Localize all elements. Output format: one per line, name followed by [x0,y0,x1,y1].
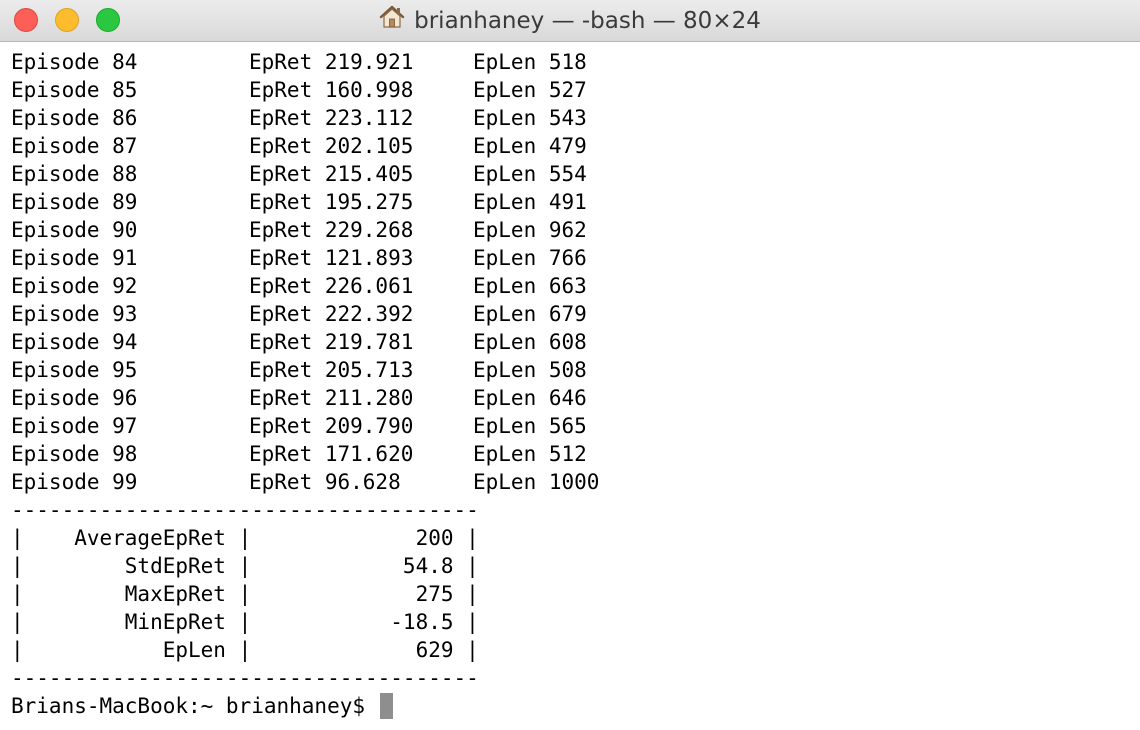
episode-return: EpRet 121.893 [249,246,414,270]
summary-table-row: | MaxEpRet | 275 | [11,582,479,606]
episode-row: Episode 84 EpRet 219.921 EpLen 518 [11,48,1131,76]
shell-prompt: Brians-MacBook:~ brianhaney$ [11,694,378,718]
episode-row: Episode 88 EpRet 215.405 EpLen 554 [11,160,1131,188]
episode-length: EpLen 1000 [473,470,600,494]
episode-length: EpLen 766 [473,246,587,270]
episode-row: Episode 98 EpRet 171.620 EpLen 512 [11,440,1131,468]
window-title-text: brianhaney — -bash — 80×24 [414,8,761,34]
episode-return: EpRet 96.628 [249,470,401,494]
episode-return: EpRet 219.781 [249,330,414,354]
episode-row: Episode 99 EpRet 96.628 EpLen 1000 [11,468,1131,496]
episode-return: EpRet 211.280 [249,386,414,410]
episode-label: Episode 91 [11,246,138,270]
episode-return: EpRet 226.061 [249,274,414,298]
window-title: brianhaney — -bash — 80×24 [0,0,1140,42]
text-cursor [379,693,393,719]
episode-length: EpLen 962 [473,218,587,242]
episode-label: Episode 95 [11,358,138,382]
episode-label: Episode 87 [11,134,138,158]
episode-label: Episode 89 [11,190,138,214]
episode-return: EpRet 205.713 [249,358,414,382]
episode-length: EpLen 646 [473,386,587,410]
summary-table: | AverageEpRet | 200 | | StdEpRet | 54.8 … [11,524,1131,664]
summary-table-row: | MinEpRet | -18.5 | [11,610,479,634]
episode-log: Episode 84 EpRet 219.921 EpLen 518 Episode … [11,48,1131,496]
episode-return: EpRet 222.392 [249,302,414,326]
episode-return: EpRet 160.998 [249,78,414,102]
episode-row: Episode 93 EpRet 222.392 EpLen 679 [11,300,1131,328]
episode-row: Episode 95 EpRet 205.713 EpLen 508 [11,356,1131,384]
episode-length: EpLen 479 [473,134,587,158]
summary-table-row: | EpLen | 629 | [11,638,479,662]
episode-length: EpLen 508 [473,358,587,382]
episode-row: Episode 86 EpRet 223.112 EpLen 543 [11,104,1131,132]
title-bar[interactable]: brianhaney — -bash — 80×24 [0,0,1140,42]
episode-length: EpLen 679 [473,302,587,326]
episode-row: Episode 90 EpRet 229.268 EpLen 962 [11,216,1131,244]
episode-length: EpLen 663 [473,274,587,298]
episode-return: EpRet 202.105 [249,134,414,158]
terminal-output[interactable]: Episode 84 EpRet 219.921 EpLen 518 Episode … [11,48,1131,728]
episode-row: Episode 89 EpRet 195.275 EpLen 491 [11,188,1131,216]
episode-row: Episode 91 EpRet 121.893 EpLen 766 [11,244,1131,272]
episode-return: EpRet 195.275 [249,190,414,214]
episode-row: Episode 85 EpRet 160.998 EpLen 527 [11,76,1131,104]
episode-length: EpLen 543 [473,106,587,130]
episode-return: EpRet 219.921 [249,50,414,74]
episode-length: EpLen 565 [473,414,587,438]
episode-row: Episode 87 EpRet 202.105 EpLen 479 [11,132,1131,160]
table-bottom-border: ------------------------------------- [11,666,479,690]
prompt-line[interactable]: Brians-MacBook:~ brianhaney$ [11,692,1131,720]
episode-length: EpLen 527 [473,78,587,102]
episode-return: EpRet 223.112 [249,106,414,130]
summary-table-row: | AverageEpRet | 200 | [11,526,479,550]
episode-length: EpLen 512 [473,442,587,466]
episode-return: EpRet 229.268 [249,218,414,242]
terminal-window: brianhaney — -bash — 80×24 Episode 84 EpR… [0,0,1140,730]
episode-length: EpLen 491 [473,190,587,214]
episode-label: Episode 93 [11,302,138,326]
episode-row: Episode 92 EpRet 226.061 EpLen 663 [11,272,1131,300]
episode-row: Episode 94 EpRet 219.781 EpLen 608 [11,328,1131,356]
summary-table-row: | StdEpRet | 54.8 | [11,554,479,578]
episode-label: Episode 85 [11,78,138,102]
episode-label: Episode 94 [11,330,138,354]
episode-length: EpLen 518 [473,50,587,74]
episode-label: Episode 90 [11,218,138,242]
episode-row: Episode 96 EpRet 211.280 EpLen 646 [11,384,1131,412]
table-top-border: ------------------------------------- [11,498,479,522]
episode-label: Episode 99 [11,470,138,494]
episode-row: Episode 97 EpRet 209.790 EpLen 565 [11,412,1131,440]
episode-return: EpRet 171.620 [249,442,414,466]
episode-label: Episode 96 [11,386,138,410]
episode-label: Episode 98 [11,442,138,466]
home-folder-icon [379,5,405,35]
episode-return: EpRet 215.405 [249,162,414,186]
episode-length: EpLen 608 [473,330,587,354]
episode-return: EpRet 209.790 [249,414,414,438]
episode-label: Episode 97 [11,414,138,438]
episode-length: EpLen 554 [473,162,587,186]
episode-label: Episode 86 [11,106,138,130]
episode-label: Episode 88 [11,162,138,186]
episode-label: Episode 92 [11,274,138,298]
episode-label: Episode 84 [11,50,138,74]
